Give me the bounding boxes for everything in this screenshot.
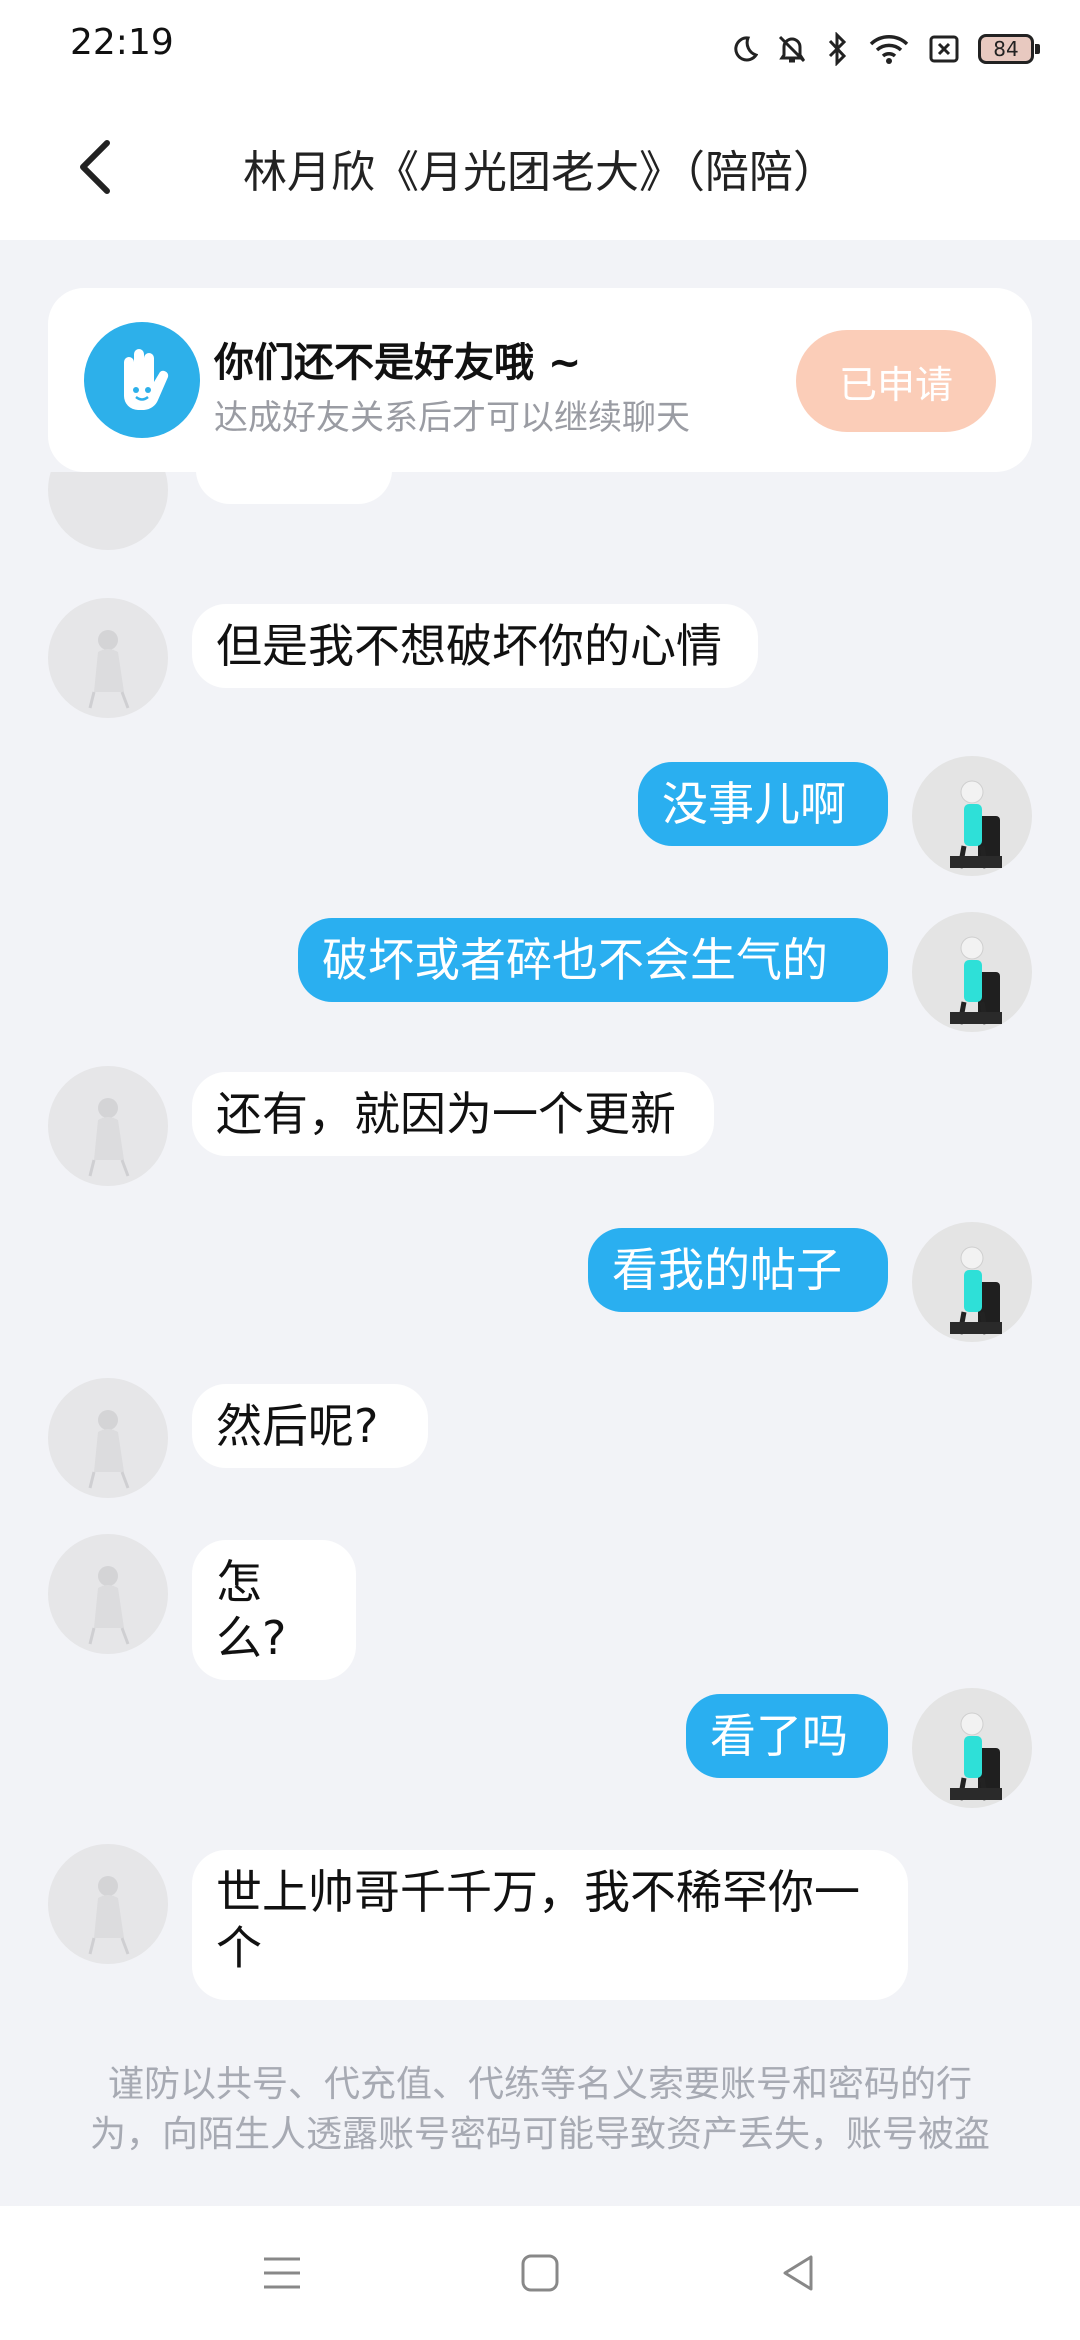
my-avatar[interactable] xyxy=(912,756,1032,876)
status-bar: 22:19 84 xyxy=(0,0,1080,96)
sent-message[interactable]: 没事儿啊 xyxy=(638,762,888,846)
notice-line-1: 谨防以共号、代充值、代练等名义索要账号和密码的行 xyxy=(107,2064,972,2105)
wifi-icon xyxy=(868,33,910,65)
banner-title: 你们还不是好友哦 ~ xyxy=(214,340,582,386)
sent-message[interactable]: 破坏或者碎也不会生气的 xyxy=(298,918,888,1002)
home-button[interactable] xyxy=(510,2248,570,2298)
back-nav-button[interactable] xyxy=(768,2248,828,2298)
contact-avatar[interactable] xyxy=(48,1378,168,1498)
system-nav-bar xyxy=(0,2206,1080,2340)
sim-x-icon xyxy=(928,33,960,65)
received-message[interactable]: 怎么? xyxy=(192,1540,356,1680)
status-icons: 84 xyxy=(728,26,1040,72)
sent-message[interactable]: 看了吗 xyxy=(686,1694,888,1778)
battery-icon: 84 xyxy=(978,34,1040,64)
message-bubble-partial xyxy=(196,472,392,504)
my-avatar[interactable] xyxy=(912,1222,1032,1342)
contact-avatar[interactable] xyxy=(48,1534,168,1654)
sent-message[interactable]: 看我的帖子 xyxy=(588,1228,888,1312)
banner-subtitle: 达成好友关系后才可以继续聊天 xyxy=(214,398,690,438)
contact-avatar[interactable] xyxy=(48,598,168,718)
received-message[interactable]: 然后呢? xyxy=(192,1384,428,1468)
my-avatar[interactable] xyxy=(912,912,1032,1032)
menu-button[interactable] xyxy=(252,2248,312,2298)
menu-icon xyxy=(264,2257,300,2289)
received-message[interactable]: 但是我不想破坏你的心情 xyxy=(192,604,758,688)
notice-line-2: 为，向陌生人透露账号密码可能导致资产丢失，账号被盗 xyxy=(89,2114,990,2155)
received-message[interactable]: 还有，就因为一个更新 xyxy=(192,1072,714,1156)
contact-avatar[interactable] xyxy=(48,1844,168,1964)
friend-request-banner: 你们还不是好友哦 ~ 达成好友关系后才可以继续聊天 已申请 xyxy=(48,288,1032,472)
contact-avatar[interactable] xyxy=(48,1066,168,1186)
chat-header: 林月欣《月光团老大》（陪陪） xyxy=(0,96,1080,240)
avatar[interactable] xyxy=(48,472,168,550)
page-title: 林月欣《月光团老大》（陪陪） xyxy=(243,147,837,198)
back-triangle-icon xyxy=(783,2255,813,2291)
received-message[interactable]: 世上帅哥千千万，我不稀罕你一个 xyxy=(192,1850,908,2000)
applied-button[interactable]: 已申请 xyxy=(796,330,996,432)
moon-icon xyxy=(728,34,758,64)
message-list[interactable]: 但是我不想破坏你的心情没事儿啊破坏或者碎也不会生气的还有，就因为一个更新看我的帖… xyxy=(0,472,1080,2040)
status-time: 22:19 xyxy=(70,22,174,63)
my-avatar[interactable] xyxy=(912,1688,1032,1808)
home-square-icon xyxy=(521,2254,559,2292)
bluetooth-icon xyxy=(826,32,850,66)
security-notice: 谨防以共号、代充值、代练等名义索要账号和密码的行 为，向陌生人透露账号密码可能导… xyxy=(60,2060,1020,2160)
hand-logo-icon xyxy=(84,322,200,438)
bell-off-icon xyxy=(776,33,808,65)
